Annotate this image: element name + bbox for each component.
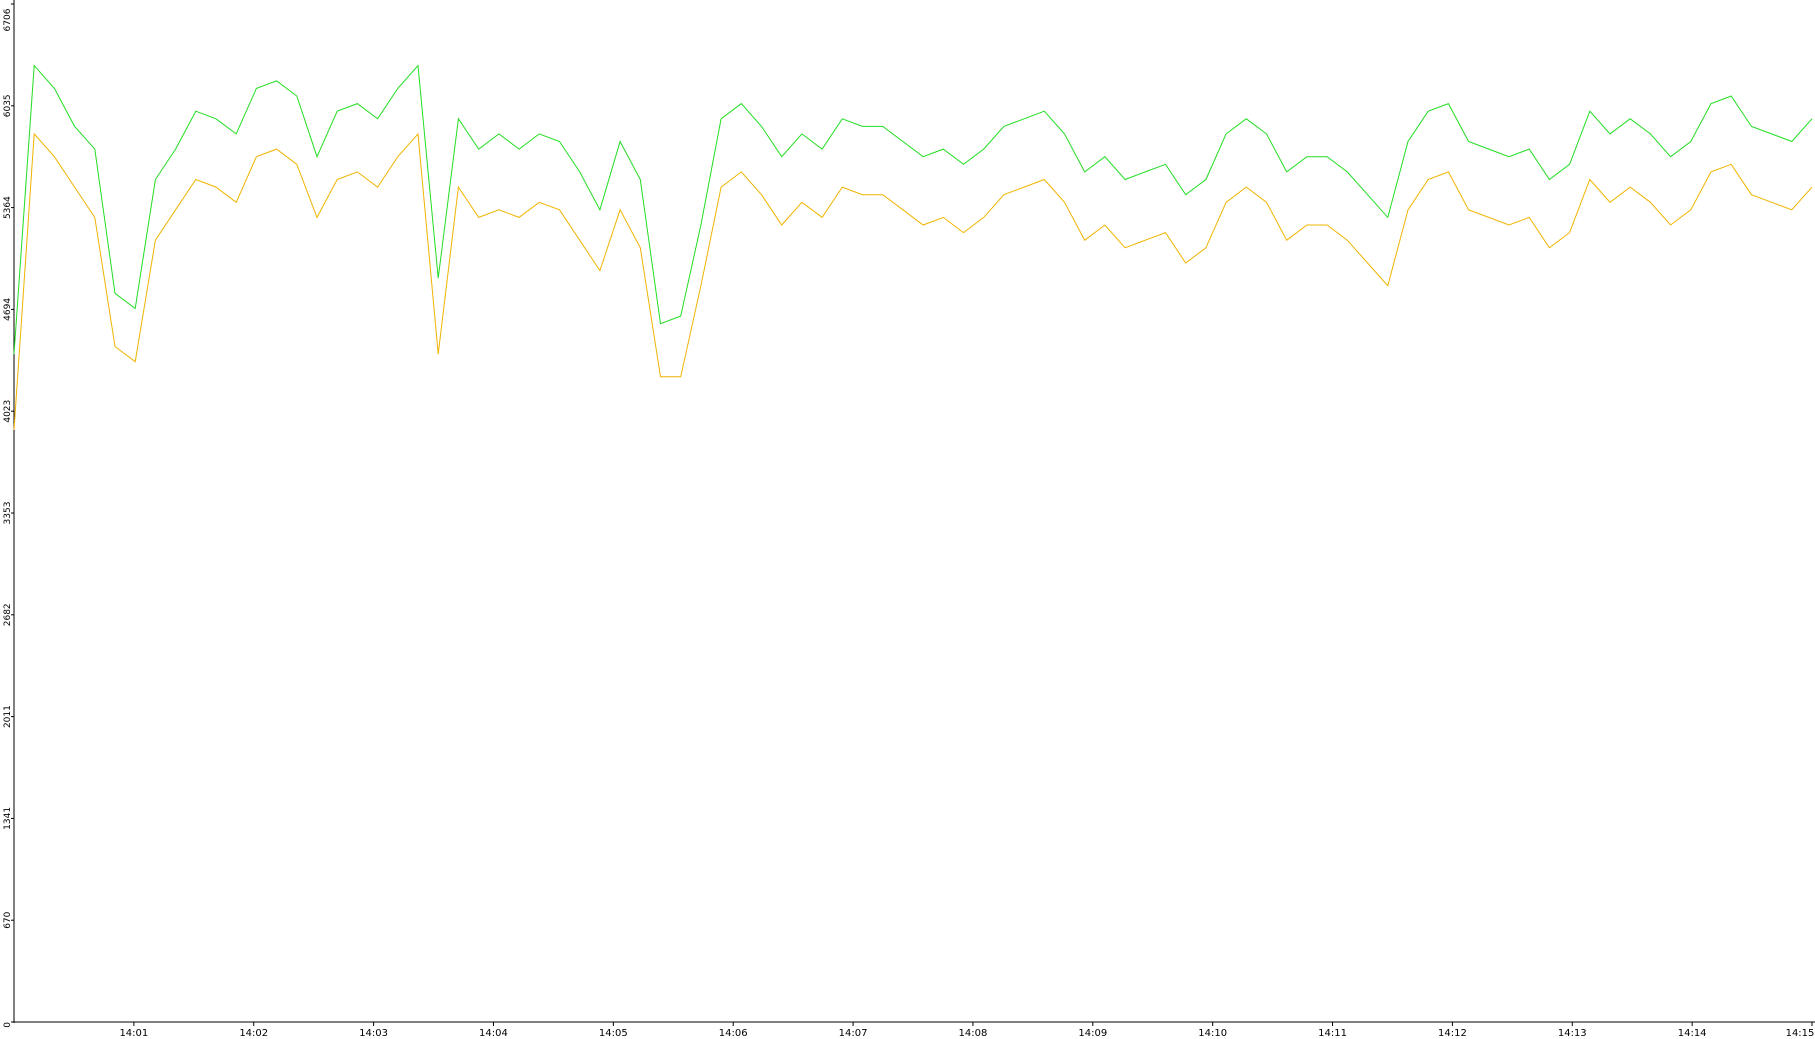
x-tick-label: 14:06 <box>719 1028 748 1039</box>
y-tick-label: 0 <box>3 1022 13 1028</box>
series-line-1 <box>13 64 1813 355</box>
x-tick-label: 14:07 <box>839 1028 868 1039</box>
y-tick-label: 1341 <box>3 807 13 830</box>
y-tick-labels: 0 670 1341 2011 2682 3353 4023 4694 5364 6035 6706 <box>3 3 14 1028</box>
x-tick-labels: 14:01 14:02 14:03 14:04 14:05 14:06 14:07 14:08… <box>119 1022 1814 1039</box>
y-tick-label: 5364 <box>3 196 13 219</box>
y-tick-label: 6706 <box>3 8 13 31</box>
x-tick-label: 14:08 <box>959 1028 988 1039</box>
x-tick-label: 14:14 <box>1678 1028 1707 1039</box>
x-tick-label: 14:15 <box>1786 1028 1815 1039</box>
y-tick-label: 2682 <box>3 603 13 626</box>
y-tick-label: 4023 <box>3 400 13 423</box>
x-tick-label: 14:09 <box>1078 1028 1107 1039</box>
line-chart: 0 670 1341 2011 2682 3353 4023 4694 5364 6035 6706… <box>3 0 1815 1039</box>
series-layer <box>13 64 1813 431</box>
x-tick-label: 14:10 <box>1198 1028 1227 1039</box>
x-tick-label: 14:04 <box>479 1028 508 1039</box>
x-tick-label: 14:05 <box>599 1028 628 1039</box>
x-tick-label: 14:13 <box>1558 1028 1587 1039</box>
x-tick-label: 14:03 <box>359 1028 388 1039</box>
x-tick-label: 14:11 <box>1318 1028 1347 1039</box>
y-tick-label: 2011 <box>3 705 13 728</box>
x-tick-label: 14:12 <box>1438 1028 1467 1039</box>
series-line-2 <box>13 132 1813 431</box>
y-tick-label: 4694 <box>3 298 13 321</box>
y-tick-label: 3353 <box>3 502 13 525</box>
x-tick-label: 14:02 <box>239 1028 268 1039</box>
y-tick-label: 6035 <box>3 94 13 117</box>
x-tick-label: 14:01 <box>119 1028 148 1039</box>
y-tick-label: 670 <box>3 911 13 928</box>
